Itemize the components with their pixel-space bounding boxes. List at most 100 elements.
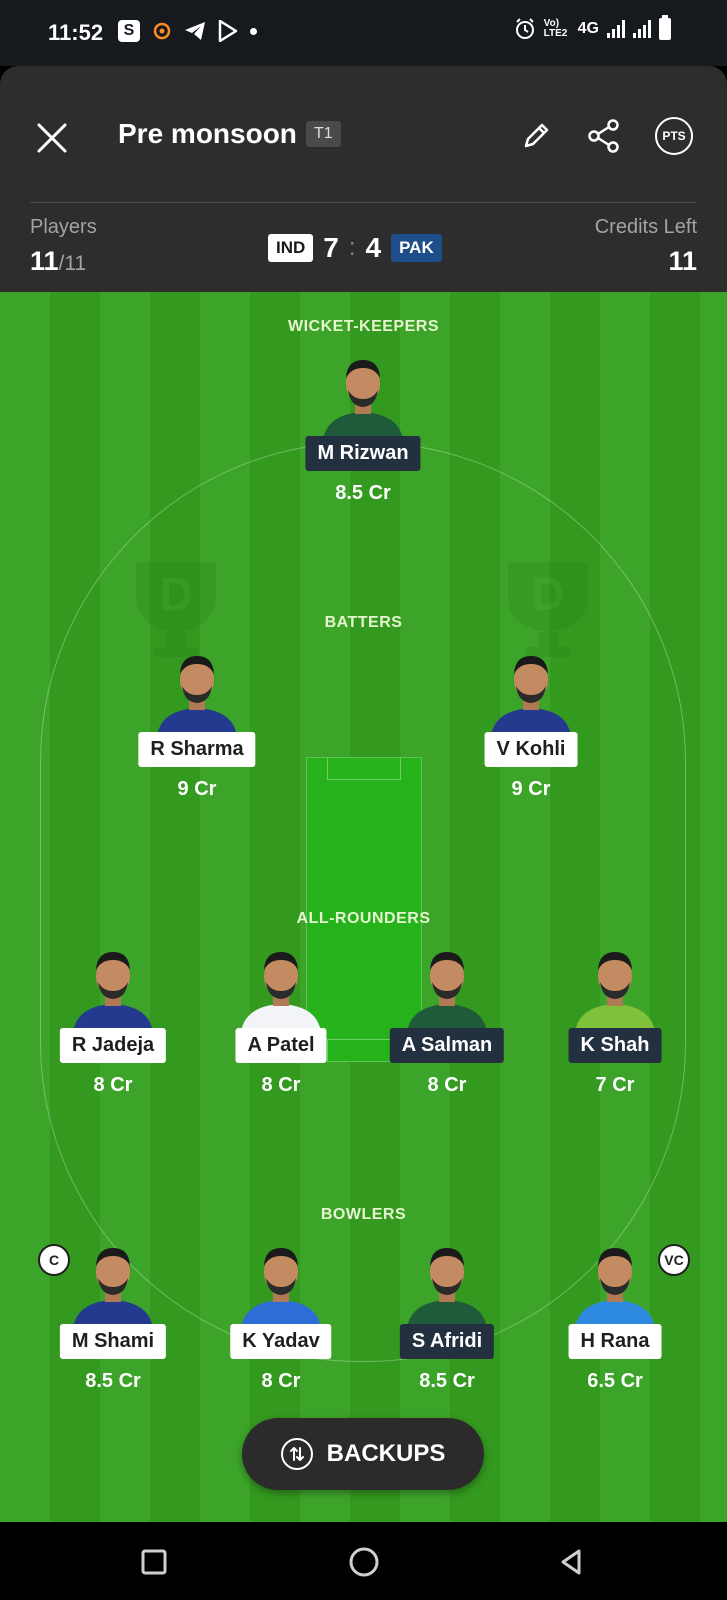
team2-badge: PAK — [391, 234, 442, 262]
players-max: /11 — [58, 252, 87, 275]
players-selected: 11 — [30, 246, 59, 276]
section-all-rounders: ALL-ROUNDERS — [296, 910, 431, 927]
share-icon — [588, 119, 619, 153]
player-credits: 8 Cr — [427, 1074, 467, 1096]
players-count: 11/11 — [30, 246, 86, 277]
player-card[interactable]: V Kohli 9 Cr — [456, 648, 606, 808]
points-button[interactable]: PTS — [652, 114, 696, 158]
team-split: IND 7 : 4 PAK — [268, 232, 442, 264]
player-credits: 9 Cr — [511, 778, 551, 800]
player-credits: 6.5 Cr — [587, 1370, 643, 1392]
player-avatar — [407, 952, 487, 1032]
svg-text:D: D — [159, 568, 192, 620]
player-name: K Shah — [568, 1028, 662, 1063]
player-card[interactable]: A Salman 8 Cr — [372, 944, 522, 1104]
trophy-watermark-icon: D — [136, 562, 216, 657]
player-avatar — [241, 1248, 321, 1328]
vice-captain-badge: VC — [658, 1244, 690, 1276]
player-card[interactable]: R Sharma 9 Cr — [122, 648, 272, 808]
swap-icon — [280, 1438, 313, 1470]
player-card[interactable]: M Rizwan 8.5 Cr — [288, 352, 438, 512]
player-name: M Rizwan — [305, 436, 421, 471]
player-avatar — [575, 1248, 655, 1328]
team1-count: 7 — [323, 232, 339, 263]
captain-badge: C — [38, 1244, 70, 1276]
player-credits: 8 Cr — [261, 1074, 301, 1096]
player-name: S Afridi — [399, 1324, 495, 1359]
home-button[interactable] — [344, 1542, 384, 1582]
edit-button[interactable] — [514, 114, 558, 158]
network-label: 4G — [577, 20, 599, 37]
section-batters: BATTERS — [324, 614, 403, 631]
play-store-icon — [218, 20, 238, 42]
back-triangle-icon — [561, 1549, 581, 1575]
backups-button[interactable]: BACKUPS — [242, 1418, 484, 1490]
player-avatar — [575, 952, 655, 1032]
credits-label: Credits Left — [594, 216, 697, 238]
player-card[interactable]: S Afridi 8.5 Cr — [372, 1240, 522, 1400]
team1-badge: IND — [268, 234, 314, 262]
pts-icon: PTS — [655, 117, 693, 155]
volte-label: Vo) LTE2 — [543, 18, 568, 39]
status-time: 11:52 — [48, 20, 104, 45]
circle-icon — [349, 1547, 379, 1577]
backups-label: BACKUPS — [326, 1440, 446, 1467]
player-card[interactable]: A Patel 8 Cr — [206, 944, 356, 1104]
status-bar: 11:52 S Vo) LTE2 4G — [0, 0, 727, 66]
player-name: K Yadav — [230, 1324, 332, 1359]
player-credits: 8.5 Cr — [85, 1370, 141, 1392]
signal-icon — [607, 20, 625, 38]
player-credits: 9 Cr — [177, 778, 217, 800]
square-icon — [141, 1549, 167, 1575]
player-name: A Salman — [389, 1028, 505, 1063]
team-header: Pre monsoon T1 PTS Players 11/11 IND 7 :… — [0, 66, 727, 292]
player-credits: 8.5 Cr — [335, 482, 391, 504]
back-button[interactable] — [552, 1542, 592, 1582]
signal-icon-2 — [633, 20, 651, 38]
team-title: Pre monsoon — [118, 118, 297, 149]
recent-apps-button[interactable] — [134, 1542, 174, 1582]
player-credits: 7 Cr — [595, 1074, 635, 1096]
telegram-icon — [185, 22, 205, 40]
player-name: A Patel — [235, 1028, 327, 1063]
swirl-app-icon — [153, 22, 171, 40]
player-name: R Sharma — [138, 732, 256, 767]
player-avatar — [241, 952, 321, 1032]
player-card[interactable]: R Jadeja 8 Cr — [38, 944, 188, 1104]
section-wicket-keepers: WICKET-KEEPERS — [287, 318, 439, 335]
app-s-icon: S — [118, 20, 140, 42]
credits-left: 11 — [668, 246, 697, 276]
players-label: Players — [30, 216, 97, 238]
player-avatar — [491, 656, 571, 736]
battery-icon — [659, 15, 671, 40]
player-card[interactable]: K Shah 7 Cr — [540, 944, 690, 1104]
player-name: H Rana — [568, 1324, 662, 1359]
player-name: V Kohli — [484, 732, 578, 767]
player-credits: 8 Cr — [93, 1074, 133, 1096]
trophy-watermark-icon: D — [508, 562, 588, 657]
section-bowlers: BOWLERS — [320, 1206, 407, 1223]
player-avatar — [73, 1248, 153, 1328]
navigation-bar — [0, 1522, 727, 1600]
player-card[interactable]: K Yadav 8 Cr — [206, 1240, 356, 1400]
more-notifications-dot — [250, 27, 257, 35]
close-icon — [37, 123, 67, 153]
player-credits: 8.5 Cr — [419, 1370, 475, 1392]
player-avatar — [407, 1248, 487, 1328]
player-name: R Jadeja — [59, 1028, 167, 1063]
alarm-icon — [515, 18, 534, 39]
team2-count: 4 — [365, 232, 382, 263]
player-credits: 8 Cr — [261, 1370, 301, 1392]
notification-icons: S — [118, 20, 257, 42]
player-avatar — [157, 656, 237, 736]
close-button[interactable] — [30, 116, 74, 160]
system-icons: Vo) LTE2 4G — [514, 15, 671, 40]
svg-text:D: D — [531, 568, 564, 620]
crease — [327, 758, 401, 780]
player-avatar — [323, 360, 403, 440]
share-button[interactable] — [582, 114, 626, 158]
player-card[interactable]: H Rana 6.5 Cr VC — [540, 1240, 690, 1400]
header-divider — [30, 202, 697, 203]
pencil-icon — [524, 123, 549, 148]
player-card[interactable]: M Shami 8.5 Cr C — [38, 1240, 188, 1400]
